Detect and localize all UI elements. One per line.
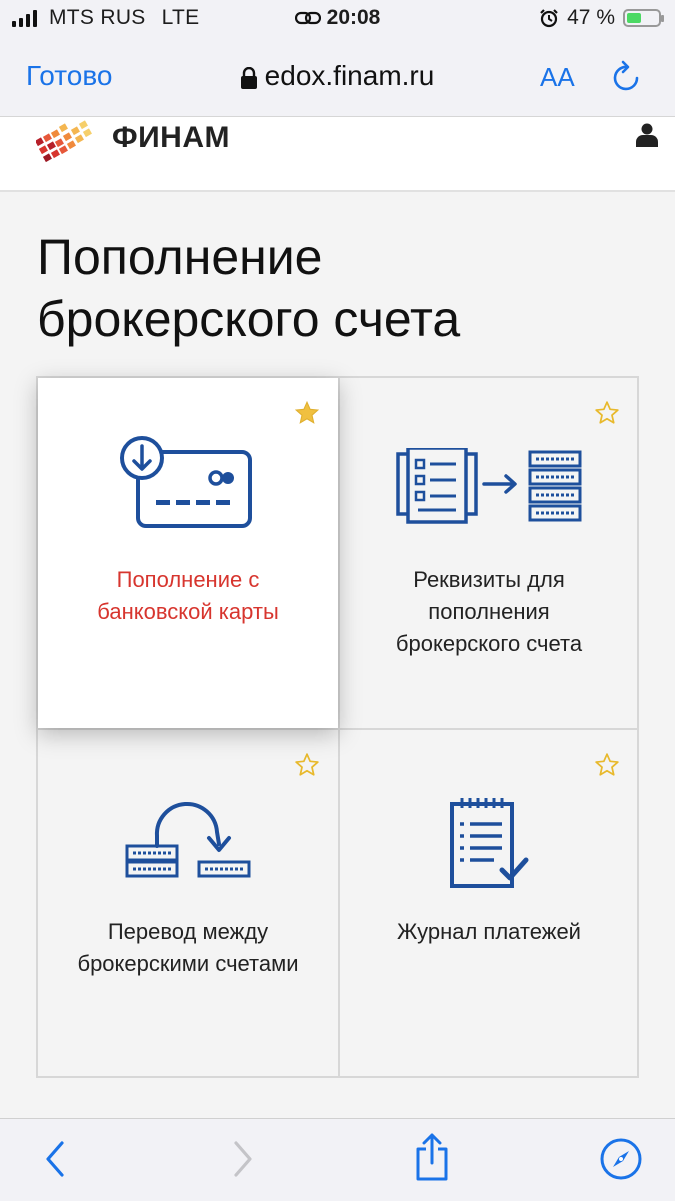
page-title-line1: Пополнение (37, 229, 323, 285)
tile-payment-journal[interactable]: Журнал платежей (338, 728, 638, 1078)
tile-account-transfer[interactable]: Перевод между брокерскими счетами (38, 728, 338, 1078)
tile-label-line: Реквизиты для (413, 567, 565, 592)
forward-icon[interactable] (230, 1139, 256, 1179)
tile-label-line: банковской карты (97, 599, 279, 624)
tile-label-line: Пополнение с (116, 567, 260, 592)
card-download-icon (120, 436, 252, 528)
url-text: edox.finam.ru (264, 60, 435, 91)
payment-journal-icon (450, 798, 529, 888)
favorite-star-icon[interactable] (294, 752, 320, 778)
site-header: ФИНАМ (0, 117, 675, 192)
reload-icon[interactable] (610, 58, 644, 96)
status-bar: MTS RUS LTE 20:08 47 % (0, 0, 675, 38)
favorite-star-filled-icon[interactable] (294, 400, 320, 426)
page-title-line2: брокерского счета (37, 291, 461, 347)
browser-bottom-bar (0, 1118, 675, 1201)
tile-label-line: Журнал платежей (397, 919, 581, 944)
tile-label-line: брокерскими счетами (77, 951, 299, 976)
tile-requisites[interactable]: Реквизиты для пополнения брокерского сче… (338, 378, 638, 728)
tile-label-line: Перевод между (107, 919, 269, 944)
battery-percent: 47 % (567, 6, 615, 29)
text-size-label: AA (540, 62, 575, 92)
tile-label-line: брокерского счета (395, 631, 583, 656)
battery-icon (623, 9, 664, 27)
share-icon[interactable] (414, 1133, 450, 1181)
requisites-transfer-icon (396, 448, 582, 524)
browser-toolbar: Готово edox.finam.ru AA (0, 38, 675, 117)
brand-name: ФИНАМ (112, 121, 230, 154)
alarm-icon (540, 9, 558, 28)
tile-label-line: пополнения (428, 599, 550, 624)
page-title: Пополнение брокерского счета (37, 226, 460, 350)
status-time: 20:08 (326, 6, 381, 29)
account-transfer-icon (125, 801, 251, 878)
favorite-star-icon[interactable] (594, 752, 620, 778)
finam-logo-icon[interactable] (36, 117, 98, 165)
options-grid: Пополнение с банковской карты Реквизиты … (36, 376, 639, 1078)
back-icon[interactable] (42, 1139, 68, 1179)
user-icon[interactable] (636, 123, 658, 147)
tile-card-topup[interactable]: Пополнение с банковской карты (38, 378, 338, 728)
link-icon (294, 12, 321, 25)
text-size-button[interactable]: AA (540, 62, 575, 93)
favorite-star-icon[interactable] (594, 400, 620, 426)
lock-icon (240, 66, 257, 89)
compass-icon[interactable] (599, 1137, 643, 1181)
